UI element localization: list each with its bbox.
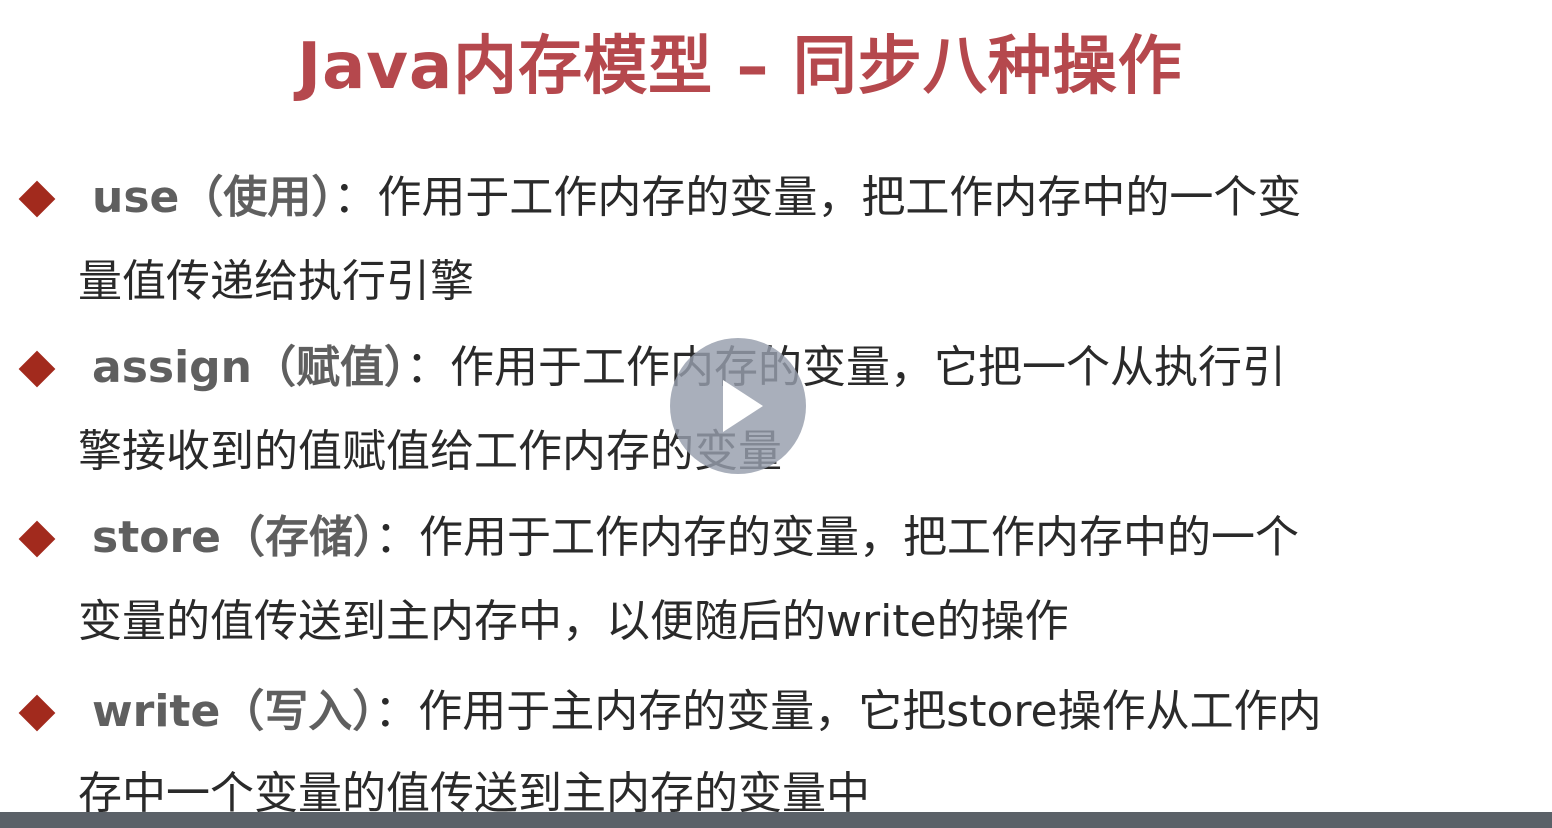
item-term: write（写入） — [92, 686, 375, 737]
item-term: use（使用） — [92, 172, 334, 223]
video-frame: Java内存模型 – 同步八种操作 use（使用）：作用于工作内存的变量，把工作… — [0, 0, 1552, 828]
diamond-bullet-icon — [18, 520, 56, 558]
item-term: assign（赋值） — [92, 342, 406, 393]
item-description-line2: 变量的值传送到主内存中，以便随后的write的操作 — [78, 596, 1069, 647]
item-first-line: write（写入）：作用于主内存的变量，它把store操作从工作内 — [78, 682, 1322, 742]
slide-title: Java内存模型 – 同步八种操作 — [297, 30, 1183, 104]
item-description-line2: 量值传递给执行引擎 — [78, 256, 474, 307]
item-first-line: use（使用）：作用于工作内存的变量，把工作内存中的一个变 — [78, 168, 1301, 228]
diamond-bullet-icon — [18, 694, 56, 732]
item-term: store（存储） — [92, 512, 375, 563]
item-description-line1: ：作用于工作内存的变量，把工作内存中的一个变 — [333, 172, 1302, 223]
item-description-line1: ：作用于工作内存的变量，它把一个从执行引 — [405, 342, 1286, 393]
video-control-bar[interactable] — [0, 812, 1552, 828]
diamond-bullet-icon — [18, 350, 56, 388]
play-icon — [723, 380, 763, 432]
diamond-bullet-icon — [18, 180, 56, 218]
play-button[interactable] — [670, 338, 806, 474]
item-description-line1: ：作用于工作内存的变量，把工作内存中的一个 — [375, 512, 1299, 563]
item-description-line1: ：作用于主内存的变量，它把store操作从工作内 — [374, 686, 1322, 737]
item-first-line: store（存储）：作用于工作内存的变量，把工作内存中的一个 — [78, 508, 1299, 568]
